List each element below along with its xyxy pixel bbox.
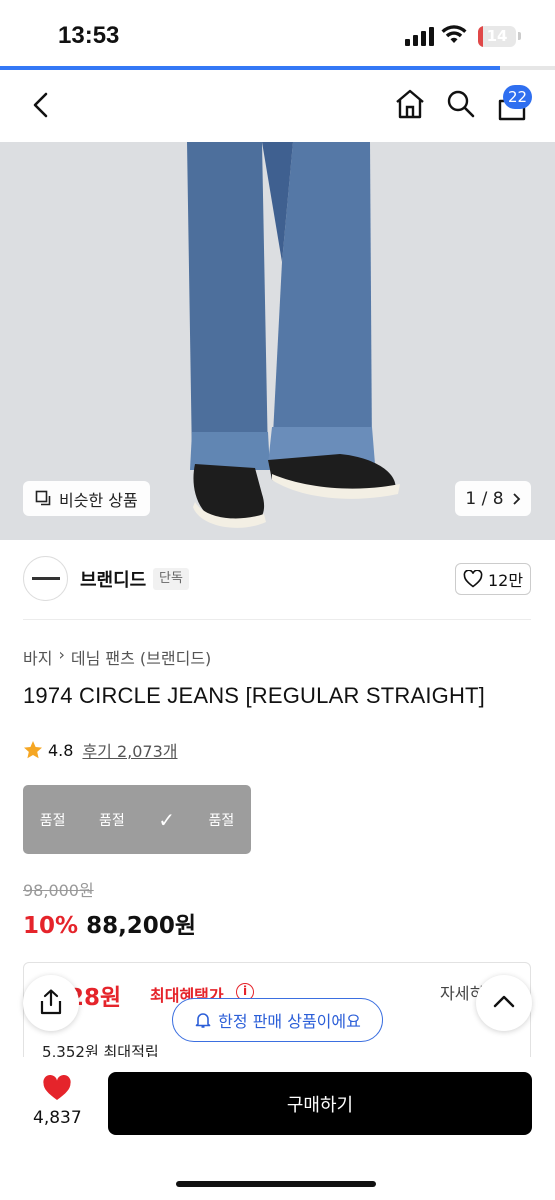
wifi-icon <box>441 25 467 43</box>
exclusive-badge: 단독 <box>153 568 189 590</box>
chevron-right-icon: › <box>58 645 65 664</box>
sale-price: 88,200원 <box>86 913 196 939</box>
share-icon <box>40 989 62 1015</box>
share-button[interactable] <box>23 975 79 1031</box>
discount-percent: 10% <box>23 913 79 939</box>
back-arrow-icon[interactable] <box>30 91 52 119</box>
rating-score: 4.8 <box>48 740 74 760</box>
bell-icon <box>195 1013 211 1028</box>
option-4[interactable]: 품절 <box>208 810 234 830</box>
heart-filled-icon[interactable] <box>42 1075 72 1102</box>
reviews-link[interactable]: 후기 2,073개 <box>82 738 177 762</box>
status-time: 13:53 <box>58 22 120 49</box>
brand-like-count: 12만 <box>487 571 524 590</box>
cart-count-badge: 22 <box>503 85 533 109</box>
pager-text: 1 / 8 <box>465 488 504 509</box>
option-1[interactable]: 품절 <box>40 810 66 830</box>
limited-sale-notice[interactable]: 한정 판매 상품이에요 <box>172 998 383 1042</box>
original-price: 98,000원 <box>23 881 94 900</box>
breadcrumb-subcategory[interactable]: 데님 팬츠 (브랜디드) <box>71 645 211 669</box>
divider <box>23 619 531 620</box>
brand-logo[interactable] <box>23 556 68 601</box>
signal-icon <box>405 27 434 46</box>
product-title: 1974 CIRCLE JEANS [REGULAR STRAIGHT] <box>23 683 485 708</box>
sale-price-row: 10% 88,200원 <box>23 906 196 940</box>
star-icon <box>24 741 42 759</box>
image-pager[interactable]: 1 / 8 <box>455 481 531 516</box>
search-icon[interactable] <box>446 89 476 119</box>
limited-sale-text: 한정 판매 상품이에요 <box>218 1012 361 1031</box>
home-icon[interactable] <box>394 88 426 120</box>
option-selected-check[interactable]: ✓ <box>158 808 175 832</box>
scroll-top-button[interactable] <box>476 975 532 1031</box>
option-2[interactable]: 품절 <box>99 810 125 830</box>
brand-like-button[interactable]: 12만 <box>455 563 531 595</box>
buy-button[interactable]: 구매하기 <box>108 1072 532 1135</box>
status-bar: 13:53 14 <box>0 0 555 66</box>
similar-products-button[interactable]: 비슷한 상품 <box>23 481 150 516</box>
home-indicator <box>176 1181 376 1187</box>
brand-name[interactable]: 브랜디드 <box>80 566 146 592</box>
battery-tip <box>518 32 521 40</box>
wish-count: 4,837 <box>33 1108 82 1128</box>
copy-icon <box>35 490 51 505</box>
heart-outline-icon <box>463 570 483 588</box>
chevron-up-icon <box>493 995 515 1008</box>
battery-icon: 14 <box>478 26 516 47</box>
breadcrumb: 바지 › 데님 팬츠 (브랜디드) <box>23 645 211 669</box>
chevron-right-icon <box>512 492 520 505</box>
rating-row: 4.8 후기 2,073개 <box>23 738 178 762</box>
similar-products-label: 비슷한 상품 <box>59 490 138 510</box>
breadcrumb-category[interactable]: 바지 <box>23 645 52 669</box>
option-swatches: 품절 품절 ✓ 품절 <box>23 785 251 854</box>
top-nav <box>0 70 555 142</box>
